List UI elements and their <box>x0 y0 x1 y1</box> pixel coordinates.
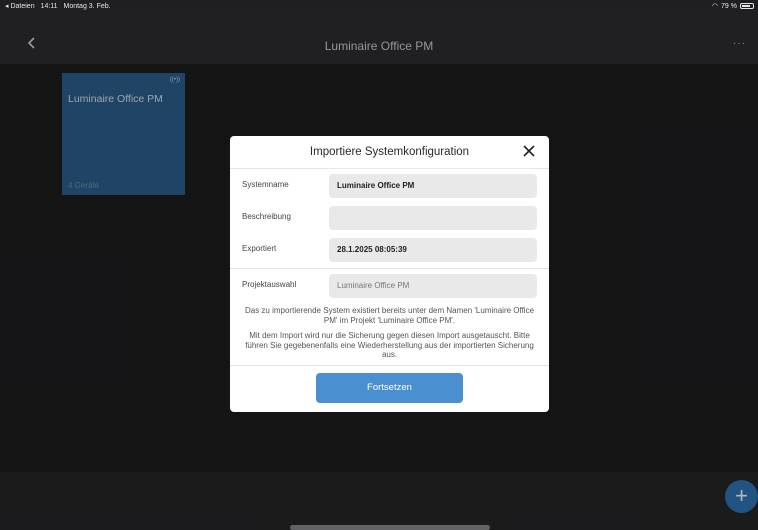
dialog-header: Importiere Systemkonfiguration <box>230 136 549 169</box>
divider <box>230 365 549 366</box>
systemname-row: Systemname Luminaire Office PM <box>230 170 549 202</box>
systemname-field[interactable]: Luminaire Office PM <box>329 174 537 198</box>
exportiert-row: Exportiert 28.1.2025 08:05:39 <box>230 234 549 266</box>
exportiert-label: Exportiert <box>242 244 277 253</box>
status-right: ◠ 79 % <box>712 2 754 10</box>
status-date: Montag 3. Feb. <box>63 3 111 10</box>
beschreibung-field[interactable] <box>329 206 537 230</box>
battery-icon <box>740 3 754 9</box>
status-bar: ◂ Dateien 14:11 Montag 3. Feb. ◠ 79 % <box>0 0 758 12</box>
projektauswahl-label: Projektauswahl <box>242 280 297 289</box>
divider <box>230 268 549 269</box>
status-time: 14:11 <box>40 3 58 10</box>
close-icon[interactable] <box>522 144 536 158</box>
info-existing-text: Das zu importierende System existiert be… <box>244 306 535 325</box>
dialog-title: Importiere Systemkonfiguration <box>309 146 470 158</box>
wifi-icon: ◠ <box>711 3 719 10</box>
beschreibung-row: Beschreibung <box>230 202 549 234</box>
battery-percent: 79 % <box>721 2 737 10</box>
exportiert-field: 28.1.2025 08:05:39 <box>329 238 537 262</box>
import-dialog: Importiere Systemkonfiguration Systemnam… <box>230 136 549 412</box>
projektauswahl-select[interactable]: Luminaire Office PM <box>329 274 537 298</box>
continue-button[interactable]: Fortsetzen <box>316 373 463 403</box>
projektauswahl-row: Projektauswahl Luminaire Office PM <box>230 270 549 302</box>
systemname-label: Systemname <box>242 180 289 189</box>
back-to-app-link[interactable]: ◂ Dateien <box>5 3 35 10</box>
status-left: ◂ Dateien 14:11 Montag 3. Feb. <box>5 2 115 10</box>
beschreibung-label: Beschreibung <box>242 212 291 221</box>
info-import-text: Mit dem Import wird nur die Sicherung ge… <box>245 331 534 359</box>
